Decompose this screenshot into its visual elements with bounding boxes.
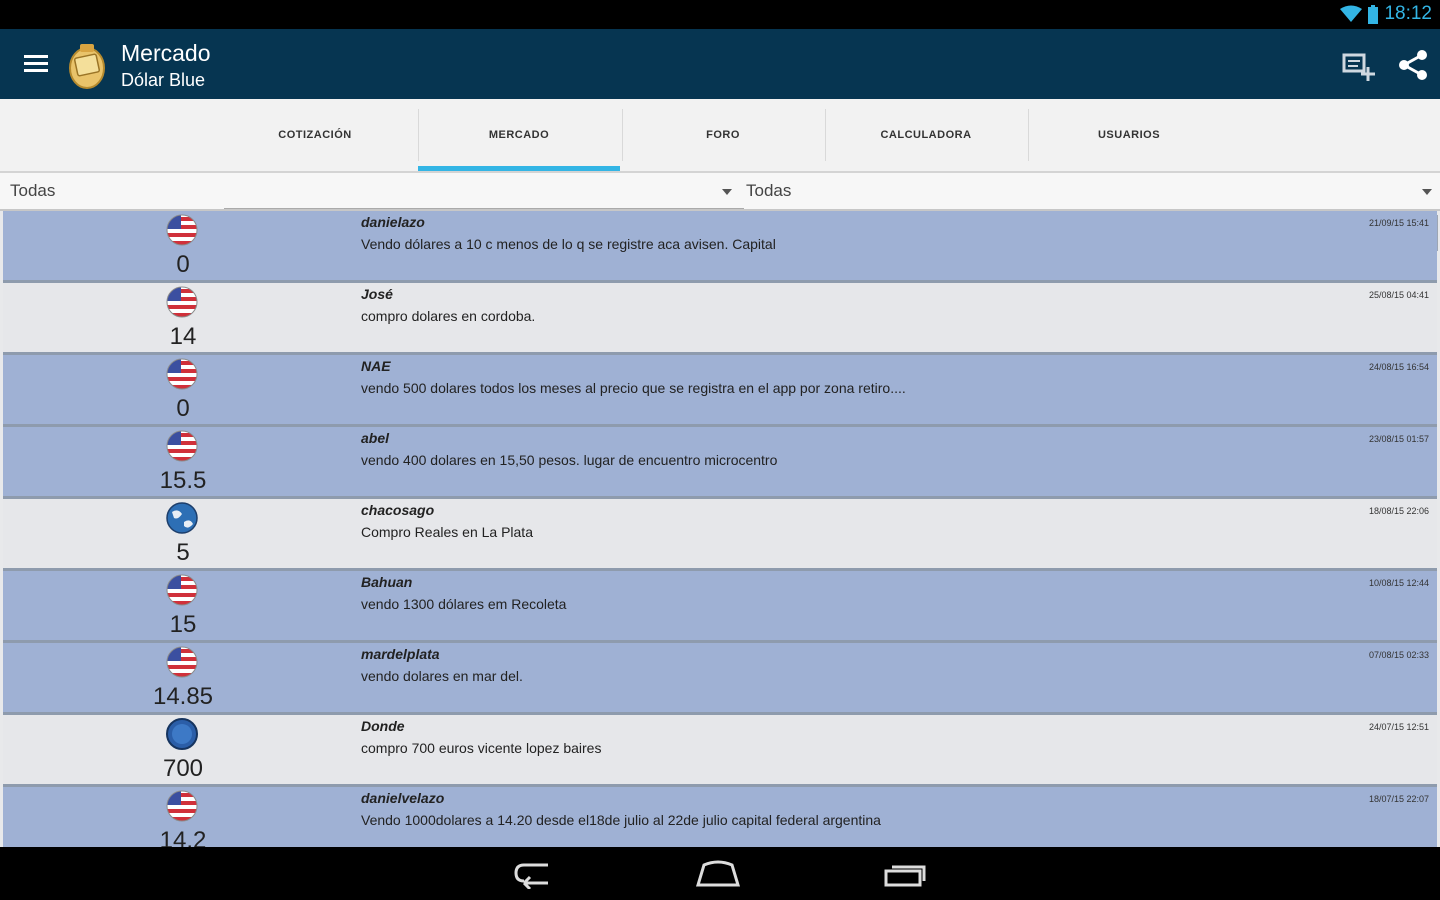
list-item[interactable]: 5 chacosago Compro Reales en La Plata 18/08… xyxy=(3,499,1437,571)
tab-cotizacion[interactable]: COTIZACIÓN xyxy=(214,99,416,171)
currency-filter-value: Todas xyxy=(10,181,56,200)
offer-date: 18/07/15 22:07 xyxy=(1368,794,1429,804)
offer-date: 10/08/15 12:44 xyxy=(1368,578,1429,588)
market-list[interactable]: 0 danielazo Vendo dólares a 10 c menos de … xyxy=(0,211,1440,847)
offer-amount: 5 xyxy=(176,539,190,566)
offer-message: vendo 400 dolares en 15,50 pesos. lugar … xyxy=(361,452,778,468)
offer-amount: 15.5 xyxy=(159,467,207,494)
offer-user: danielvelazo xyxy=(361,790,445,806)
back-icon[interactable] xyxy=(510,859,558,889)
spinner-underline xyxy=(224,208,744,209)
usa-flag-icon xyxy=(166,574,198,606)
navigation-bar xyxy=(0,847,1440,900)
tab-usuarios[interactable]: USUARIOS xyxy=(1028,99,1230,171)
share-icon[interactable] xyxy=(1396,47,1432,83)
offer-user: José xyxy=(361,286,393,302)
list-item[interactable]: 15 Bahuan vendo 1300 dólares em Recoleta 10… xyxy=(3,571,1437,643)
offer-amount: 14.2 xyxy=(159,827,207,847)
home-icon[interactable] xyxy=(694,859,742,889)
action-bar: Mercado Dólar Blue xyxy=(0,29,1440,99)
location-filter-value: Todas xyxy=(746,181,792,200)
status-bar: 18:12 xyxy=(0,0,1440,29)
offer-user: Donde xyxy=(361,718,405,734)
offer-date: 24/08/15 16:54 xyxy=(1368,362,1429,372)
status-indicators: 18:12 xyxy=(1340,3,1432,25)
app-subtitle: Dólar Blue xyxy=(121,70,206,90)
app-logo-icon[interactable] xyxy=(66,38,108,90)
offer-message: Vendo dólares a 10 c menos de lo q se re… xyxy=(361,236,776,252)
offer-date: 25/08/15 04:41 xyxy=(1368,290,1429,300)
offer-message: compro 700 euros vicente lopez baires xyxy=(361,740,602,756)
offer-date: 18/08/15 22:06 xyxy=(1368,506,1429,516)
offer-user: Bahuan xyxy=(361,574,413,590)
offer-date: 23/08/15 01:57 xyxy=(1368,434,1429,444)
usa-flag-icon xyxy=(166,214,198,246)
add-post-icon[interactable] xyxy=(1340,47,1376,83)
status-time: 18:12 xyxy=(1384,3,1432,24)
offer-amount: 0 xyxy=(176,395,190,422)
wifi-icon xyxy=(1340,5,1363,22)
dropdown-arrow-icon xyxy=(1422,189,1432,195)
usa-flag-icon xyxy=(166,430,198,462)
offer-amount: 0 xyxy=(176,251,190,278)
offer-user: chacosago xyxy=(361,502,435,518)
list-item[interactable]: 14.85 mardelplata vendo dolares en mar del… xyxy=(3,643,1437,715)
offer-user: abel xyxy=(361,430,390,446)
battery-icon xyxy=(1368,4,1379,24)
offer-message: compro dolares en cordoba. xyxy=(361,308,536,324)
offer-message: vendo dolares en mar del. xyxy=(361,668,523,684)
offer-amount: 14.85 xyxy=(152,683,214,710)
globe-icon xyxy=(166,502,198,534)
offer-message: vendo 500 dolares todos los meses al pre… xyxy=(361,380,906,396)
usa-flag-icon xyxy=(166,286,198,318)
offer-date: 07/08/15 02:33 xyxy=(1368,650,1429,660)
app-title: Mercado xyxy=(121,40,211,66)
list-item[interactable]: 0 danielazo Vendo dólares a 10 c menos de … xyxy=(3,211,1437,283)
menu-icon[interactable] xyxy=(24,55,48,73)
list-item[interactable]: 0 NAE vendo 500 dolares todos los meses al… xyxy=(3,355,1437,427)
offer-message: Compro Reales en La Plata xyxy=(361,524,533,540)
list-item[interactable]: 14.2 danielvelazo Vendo 1000dolares a 14.2… xyxy=(3,787,1437,847)
offer-amount: 15 xyxy=(169,611,197,638)
tab-calculadora[interactable]: CALCULADORA xyxy=(825,99,1027,171)
offer-amount: 14 xyxy=(169,323,197,350)
filter-row: Todas Todas xyxy=(0,173,1440,211)
offer-user: NAE xyxy=(361,358,391,374)
offer-date: 21/09/15 15:41 xyxy=(1368,218,1429,228)
list-item[interactable]: 700 Donde compro 700 euros vicente lopez b… xyxy=(3,715,1437,787)
offer-amount: 700 xyxy=(162,755,204,782)
tab-foro[interactable]: FORO xyxy=(622,99,824,171)
dropdown-arrow-icon xyxy=(722,189,732,195)
recents-icon[interactable] xyxy=(880,859,928,889)
tab-strip: COTIZACIÓN MERCADO FORO CALCULADORA USUA… xyxy=(0,99,1440,173)
location-filter-spinner[interactable]: Todas xyxy=(746,173,1436,209)
tab-mercado[interactable]: MERCADO xyxy=(418,99,620,171)
list-item[interactable]: 14 José compro dolares en cordoba. 25/08/15… xyxy=(3,283,1437,355)
usa-flag-icon xyxy=(166,358,198,390)
offer-message: vendo 1300 dólares em Recoleta xyxy=(361,596,567,612)
offer-date: 24/07/15 12:51 xyxy=(1368,722,1429,732)
offer-user: mardelplata xyxy=(361,646,440,662)
currency-filter-spinner[interactable]: Todas xyxy=(10,173,744,209)
usa-flag-icon xyxy=(166,790,198,822)
list-item[interactable]: 15.5 abel vendo 400 dolares en 15,50 pesos… xyxy=(3,427,1437,499)
offer-user: danielazo xyxy=(361,214,425,230)
offer-message: Vendo 1000dolares a 14.20 desde el18de j… xyxy=(361,812,881,828)
eu-flag-icon xyxy=(166,718,198,750)
usa-flag-icon xyxy=(166,646,198,678)
